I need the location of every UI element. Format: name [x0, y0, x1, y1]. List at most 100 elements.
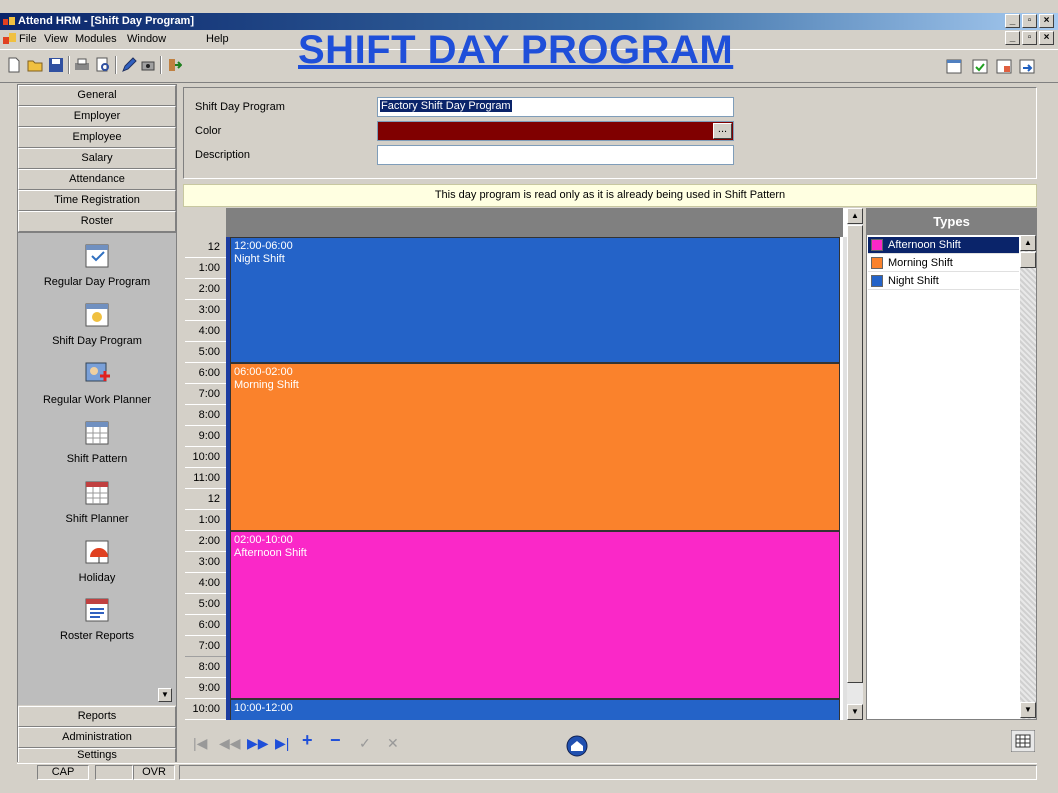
menu-view[interactable]: View — [44, 33, 68, 45]
calendar-edit-icon[interactable] — [996, 58, 1012, 74]
scroll-down-button[interactable]: ▼ — [847, 704, 863, 720]
types-panel: Types Afternoon Shift Morning Shift Nigh… — [866, 208, 1037, 720]
time-tick: 10:00 — [185, 447, 226, 468]
color-swatch — [871, 239, 883, 251]
color-swatch — [871, 275, 883, 287]
calendar-sync-icon[interactable] — [1019, 58, 1035, 74]
maximize-button[interactable]: ▫ — [1022, 14, 1037, 28]
shift-block-morning[interactable]: 06:00-02:00 Morning Shift — [230, 363, 840, 531]
home-icon[interactable] — [566, 735, 588, 757]
types-scroll-up-button[interactable]: ▲ — [1020, 235, 1036, 251]
first-record-button[interactable]: |◀ — [193, 736, 207, 750]
menu-file[interactable]: File — [19, 33, 37, 45]
delete-record-button[interactable]: − — [330, 731, 341, 749]
shift-day-program-input[interactable]: Factory Shift Day Program — [377, 97, 734, 117]
color-browse-button[interactable]: ... — [713, 123, 732, 139]
time-tick: 3:00 — [185, 300, 226, 321]
shift-block-time: 02:00-10:00 — [234, 534, 293, 546]
shift-day-program-label: Shift Day Program — [195, 101, 285, 113]
type-item-night[interactable]: Night Shift — [868, 273, 1019, 290]
umbrella-calendar-icon — [85, 540, 109, 564]
types-scrollbar[interactable]: ▲ ▼ — [1020, 235, 1036, 719]
time-tick: 2:00 — [185, 531, 226, 552]
edit-icon[interactable] — [121, 57, 137, 73]
sidebar-item-shift-planner[interactable]: Shift Planner — [18, 478, 176, 525]
type-item-afternoon[interactable]: Afternoon Shift — [868, 237, 1019, 254]
sidebar-item-roster-reports[interactable]: Roster Reports — [18, 595, 176, 642]
sidebar-section-roster[interactable]: Roster — [18, 211, 176, 232]
types-scroll-thumb[interactable] — [1020, 252, 1036, 268]
schedule-header — [226, 208, 843, 237]
sidebar-item-regular-day-program[interactable]: Regular Day Program — [18, 241, 176, 288]
description-input[interactable] — [377, 145, 734, 165]
settings-label: Settings — [77, 749, 117, 761]
minimize-button[interactable]: _ — [1005, 14, 1020, 28]
prev-record-button[interactable]: ◀◀ — [219, 736, 241, 750]
color-picker[interactable]: ... — [377, 121, 734, 141]
types-scroll-down-button[interactable]: ▼ — [1020, 702, 1036, 718]
print-preview-icon[interactable] — [95, 57, 111, 73]
time-tick: 5:00 — [185, 594, 226, 615]
scroll-up-button[interactable]: ▲ — [847, 208, 863, 224]
status-message — [179, 765, 1037, 780]
print-icon[interactable] — [74, 57, 90, 73]
scroll-thumb[interactable] — [847, 225, 863, 683]
calendar-grid-icon[interactable] — [1011, 730, 1035, 752]
close-button[interactable]: × — [1039, 14, 1054, 28]
time-tick: 2:00 — [185, 279, 226, 300]
next-record-button[interactable]: ▶▶ — [247, 736, 269, 750]
description-label: Description — [195, 149, 251, 161]
sidebar-item-label: Roster Reports — [60, 630, 134, 642]
calendar-view-icon[interactable] — [946, 58, 962, 74]
roster-panel: Regular Day Program Shift Day Program Re… — [18, 232, 176, 705]
new-document-icon[interactable] — [6, 57, 22, 73]
sidebar-section-employer[interactable]: Employer — [18, 106, 176, 127]
schedule-scrollbar[interactable]: ▲ ▼ — [847, 208, 863, 720]
sidebar-section-attendance[interactable]: Attendance — [18, 169, 176, 190]
sidebar-section-salary[interactable]: Salary — [18, 148, 176, 169]
sidebar-item-shift-pattern[interactable]: Shift Pattern — [18, 418, 176, 465]
type-item-morning[interactable]: Morning Shift — [868, 255, 1019, 272]
color-swatch — [871, 257, 883, 269]
statusbar: CAP OVR — [17, 763, 1037, 780]
menu-modules[interactable]: Modules — [75, 33, 117, 45]
sidebar-section-time-registration[interactable]: Time Registration — [18, 190, 176, 211]
exit-icon[interactable] — [166, 57, 182, 73]
sidebar-item-regular-work-planner[interactable]: Regular Work Planner — [18, 359, 176, 406]
sidebar-section-employee[interactable]: Employee — [18, 127, 176, 148]
time-tick: 12 — [185, 237, 226, 258]
open-folder-icon[interactable] — [27, 57, 43, 73]
calendar-grid-icon — [85, 421, 109, 445]
calendar-check-icon[interactable] — [972, 58, 988, 74]
shift-block-time: 12:00-06:00 — [234, 240, 293, 252]
child-close-button[interactable]: × — [1039, 31, 1054, 45]
sidebar-section-settings[interactable]: Settings — [18, 748, 176, 762]
tools-icon[interactable] — [140, 57, 156, 73]
sidebar-item-holiday[interactable]: Holiday — [18, 537, 176, 584]
child-restore-button[interactable]: ▫ — [1022, 31, 1037, 45]
confirm-record-button[interactable]: ✓ — [359, 736, 371, 750]
child-minimize-button[interactable]: _ — [1005, 31, 1020, 45]
add-record-button[interactable]: + — [302, 731, 313, 749]
sidebar-scroll-down-button[interactable]: ▼ — [158, 688, 172, 702]
sidebar-section-reports[interactable]: Reports — [18, 706, 176, 727]
schedule-view[interactable]: 12 1:00 2:00 3:00 4:00 5:00 6:00 7:00 8:00 9:00 10… — [185, 208, 863, 720]
shift-block-night-2[interactable]: 10:00-12:00 — [230, 699, 840, 720]
last-record-button[interactable]: ▶| — [275, 736, 289, 750]
add-user-icon — [85, 362, 110, 382]
sidebar-item-shift-day-program[interactable]: Shift Day Program — [18, 300, 176, 347]
read-only-notice: This day program is read only as it is a… — [183, 184, 1037, 207]
sidebar-section-general[interactable]: General — [18, 85, 176, 106]
cancel-record-button[interactable]: ✕ — [387, 736, 399, 750]
caps-lock-indicator: CAP — [37, 765, 89, 780]
sidebar-section-administration[interactable]: Administration — [18, 727, 176, 748]
shift-block-night[interactable]: 12:00-06:00 Night Shift — [230, 237, 840, 363]
page-heading: SHIFT DAY PROGRAM — [298, 28, 734, 72]
shift-day-program-value: Factory Shift Day Program — [380, 100, 512, 112]
app-icon — [3, 17, 15, 25]
menu-help[interactable]: Help — [206, 33, 229, 45]
planner-icon — [85, 481, 109, 505]
menu-window[interactable]: Window — [127, 33, 166, 45]
shift-block-afternoon[interactable]: 02:00-10:00 Afternoon Shift — [230, 531, 840, 699]
save-icon[interactable] — [48, 57, 64, 73]
